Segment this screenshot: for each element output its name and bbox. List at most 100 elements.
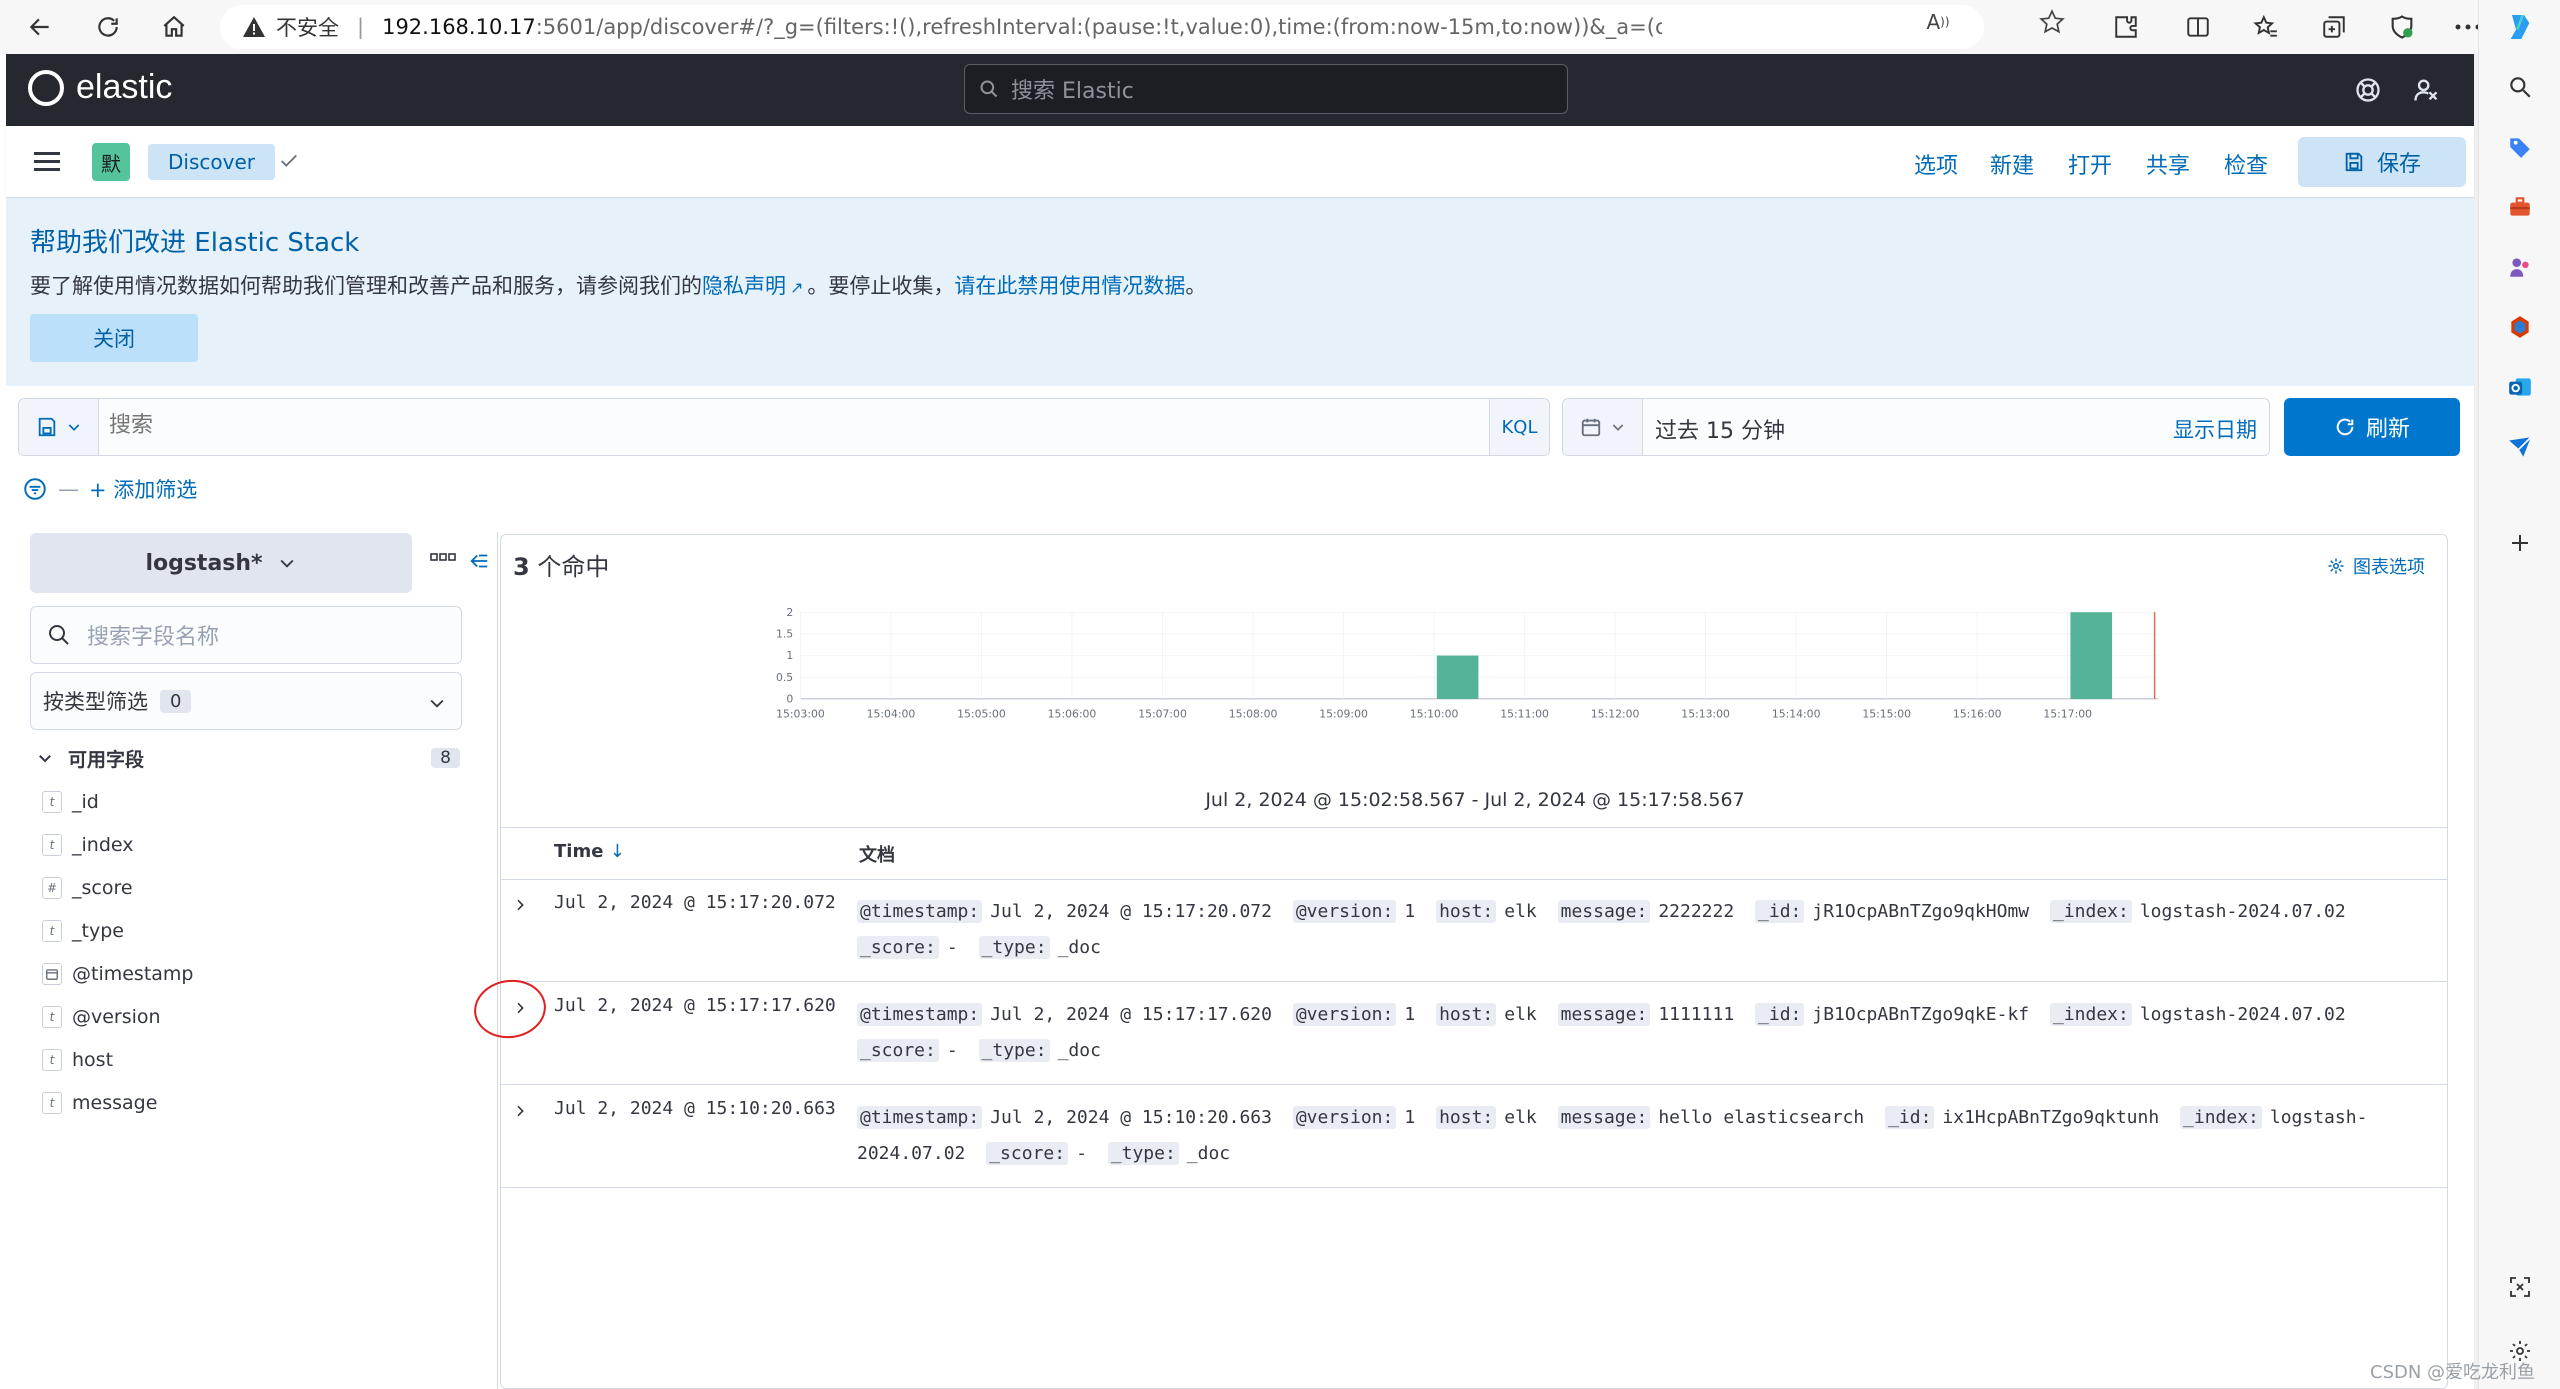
home-icon[interactable] (156, 9, 192, 45)
privacy-link[interactable]: 隐私声明 (702, 274, 786, 298)
shopping-tag-icon[interactable] (2503, 130, 2537, 164)
screenshot-icon[interactable] (2503, 1270, 2537, 1304)
kql-toggle-button[interactable]: KQL (1489, 399, 1549, 455)
string-type-icon: t (42, 1092, 62, 1114)
query-input[interactable] (109, 413, 1409, 438)
field-item[interactable]: t _type (42, 916, 124, 946)
x-tick-label: 15:13:00 (1681, 708, 1730, 721)
field-value: Jul 2, 2024 @ 15:17:17.620 (990, 1004, 1272, 1025)
new-link[interactable]: 新建 (1990, 148, 2034, 180)
search-sidebar-icon[interactable] (2503, 70, 2537, 104)
string-type-icon: t (42, 791, 62, 813)
user-menu-icon[interactable] (2410, 74, 2442, 106)
filter-icon[interactable] (22, 476, 48, 502)
saved-query-button[interactable] (19, 399, 99, 455)
back-icon[interactable] (22, 9, 58, 45)
read-aloud-icon[interactable]: A)) (1924, 8, 1952, 36)
watermark: CSDN @爱吃龙利鱼 (2370, 1362, 2536, 1383)
field-value: 1111111 (1658, 1004, 1735, 1025)
field-key: _score: (857, 936, 939, 959)
field-value: 1 (1404, 1107, 1416, 1128)
field-value: jB1OcpABnTZgo9qkE-kf (1812, 1004, 2030, 1025)
add-icon[interactable] (2503, 526, 2537, 560)
outlook-icon[interactable] (2503, 370, 2537, 404)
chart-options-button[interactable]: 图表选项 (2327, 553, 2425, 579)
help-icon[interactable] (2352, 74, 2384, 106)
field-value: 1 (1404, 1004, 1416, 1025)
field-key: _id: (1885, 1106, 1935, 1129)
warning-icon[interactable] (242, 16, 266, 38)
space-avatar[interactable]: 默 (92, 143, 130, 181)
field-item[interactable]: t _index (42, 830, 133, 860)
y-tick-label: 0 (786, 693, 793, 706)
field-key: _index: (2049, 900, 2132, 923)
row-timestamp: Jul 2, 2024 @ 15:10:20.663 (554, 1098, 836, 1119)
breadcrumb-discover[interactable]: Discover (148, 144, 275, 180)
send-icon[interactable] (2503, 430, 2537, 464)
favorites-icon[interactable] (2248, 9, 2284, 45)
field-value: _doc (1057, 1040, 1101, 1061)
menu-hamburger-icon[interactable] (34, 148, 66, 176)
sort-arrow-icon[interactable]: ↓ (610, 841, 625, 862)
field-item[interactable]: @timestamp (42, 959, 194, 989)
quick-select-button[interactable] (1563, 399, 1643, 455)
expand-row-icon[interactable] (509, 1100, 531, 1122)
time-range-label[interactable]: 过去 15 分钟 (1655, 413, 1785, 445)
add-filter-link[interactable]: + 添加筛选 (89, 474, 197, 504)
callout-text: 要了解使用情况数据如何帮助我们管理和改善产品和服务，请参阅我们的隐私声明 ↗ 。要停… (30, 270, 1206, 300)
chart-x-axis: 15:03:00 15:04:00 15:05:00 15:06:00 15:07:00… (776, 708, 2092, 721)
browser-essentials-icon[interactable] (2384, 9, 2420, 45)
inspect-link[interactable]: 检查 (2224, 148, 2268, 180)
field-key: _index: (2049, 1003, 2132, 1026)
games-icon[interactable] (2503, 250, 2537, 284)
copilot-icon[interactable] (2503, 10, 2537, 44)
field-item[interactable]: t @version (42, 1002, 161, 1032)
save-button[interactable]: 保存 (2298, 137, 2466, 187)
refresh-button[interactable]: 刷新 (2284, 398, 2460, 456)
favorite-star-icon[interactable] (2038, 8, 2066, 36)
x-tick-label: 15:04:00 (867, 708, 916, 721)
collections-icon[interactable] (2316, 9, 2352, 45)
expand-row-icon[interactable] (509, 894, 531, 916)
options-link[interactable]: 选项 (1914, 148, 1958, 180)
extensions-icon[interactable] (2108, 9, 2144, 45)
close-button[interactable]: 关闭 (30, 314, 198, 362)
url-text[interactable]: 192.168.10.17:5601/app/discover#/?_g=(fi… (382, 15, 1662, 39)
y-tick-label: 1 (786, 649, 793, 662)
x-tick-label: 15:06:00 (1048, 708, 1097, 721)
open-link[interactable]: 打开 (2068, 148, 2112, 180)
type-filter-dropdown[interactable]: 按类型筛选 0 (30, 672, 462, 730)
elastic-logo[interactable]: elastic (28, 68, 172, 107)
histogram-bar[interactable] (2070, 612, 2113, 699)
global-search-input[interactable]: 搜索 Elastic (964, 64, 1568, 114)
disable-usage-link[interactable]: 请在此禁用使用情况数据 (954, 274, 1185, 298)
address-bar[interactable]: 不安全 | 192.168.10.17:5601/app/discover#/?… (220, 5, 1984, 49)
index-pattern-label: logstash* (145, 550, 263, 576)
share-link[interactable]: 共享 (2146, 148, 2190, 180)
field-key: @version: (1292, 900, 1397, 923)
field-name: _id (72, 791, 99, 813)
chevron-down-icon (430, 699, 444, 708)
microsoft365-icon[interactable] (2503, 310, 2537, 344)
field-item[interactable]: # _score (42, 873, 133, 903)
collapse-sidebar-icon[interactable] (468, 550, 490, 572)
field-search-input[interactable]: 搜索字段名称 (30, 606, 462, 664)
show-dates-link[interactable]: 显示日期 (2173, 414, 2257, 444)
split-screen-icon[interactable] (2180, 9, 2216, 45)
available-fields-toggle[interactable]: 可用字段 8 (36, 744, 462, 772)
reload-icon[interactable] (90, 9, 126, 45)
more-options-icon[interactable] (430, 552, 456, 562)
histogram-chart[interactable]: 0 0.5 1 1.5 2 15:03:00 15:04:00 15:05:00 15:06:… (501, 605, 2449, 735)
field-key: @timestamp: (857, 1003, 983, 1026)
field-item[interactable]: t host (42, 1045, 113, 1075)
histogram-bar[interactable] (1436, 655, 1479, 699)
field-value: _doc (1186, 1143, 1231, 1164)
field-item[interactable]: t _id (42, 787, 99, 817)
column-header-time[interactable]: Time ↓ (554, 841, 625, 862)
sidebar-divider[interactable] (497, 532, 498, 1389)
index-pattern-selector[interactable]: logstash* (30, 533, 412, 593)
tools-icon[interactable] (2503, 190, 2537, 224)
external-link-icon: ↗ (790, 278, 804, 297)
field-item[interactable]: t message (42, 1088, 157, 1118)
x-tick-label: 15:11:00 (1500, 708, 1549, 721)
